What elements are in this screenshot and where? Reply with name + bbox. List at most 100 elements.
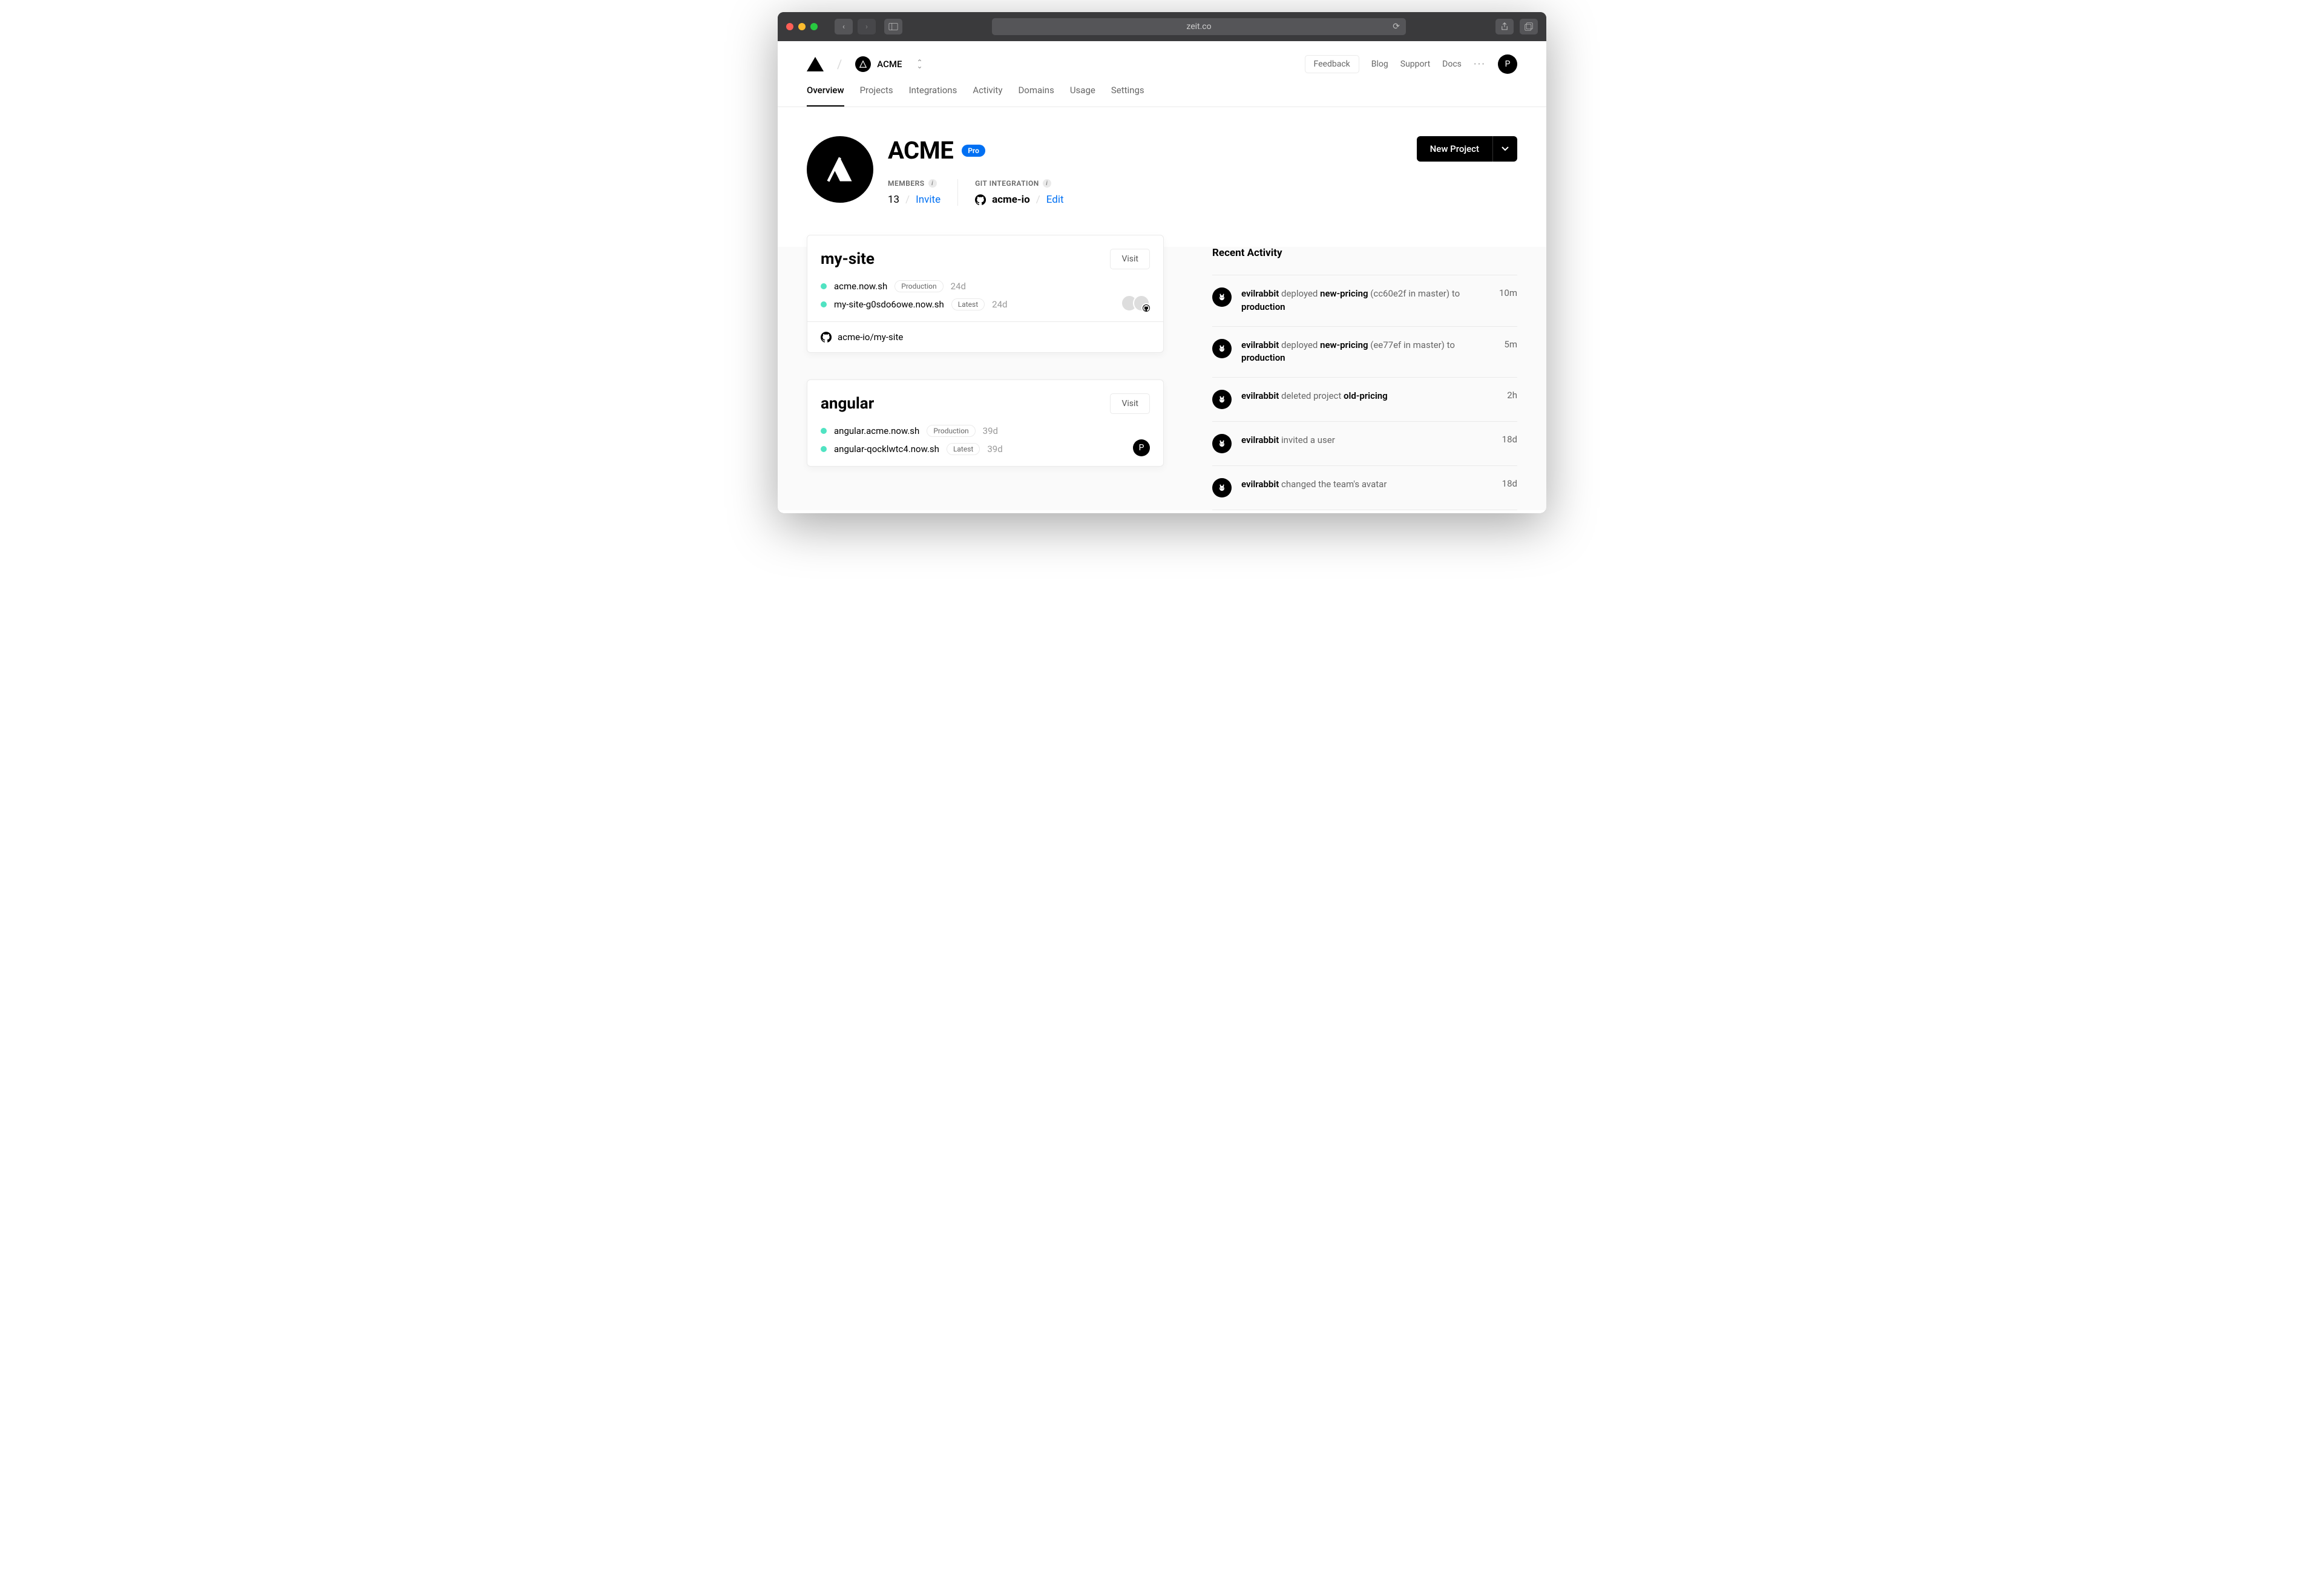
invite-link[interactable]: Invite: [916, 194, 940, 206]
back-button[interactable]: ‹: [835, 19, 853, 34]
github-icon: [975, 194, 986, 205]
status-dot-ready-icon: [821, 301, 827, 307]
activity-avatar-icon: [1212, 390, 1232, 409]
deployment-age: 39d: [987, 444, 1002, 454]
github-badge-icon: [1141, 303, 1151, 313]
recent-activity-panel: Recent Activity evilrabbit deployed new-…: [1212, 235, 1517, 510]
browser-window: ‹ › zeit.co ⟳ / ACME: [778, 12, 1546, 513]
tab-overview[interactable]: Overview: [807, 85, 844, 107]
tab-usage[interactable]: Usage: [1070, 85, 1095, 107]
team-name: ACME: [877, 59, 902, 70]
activity-time: 18d: [1502, 434, 1517, 445]
deployment-row: angular.acme.now.sh Production 39d: [821, 425, 1150, 437]
activity-text: evilrabbit invited a user: [1241, 434, 1488, 447]
new-project-dropdown[interactable]: [1492, 136, 1517, 162]
tab-integrations[interactable]: Integrations: [909, 85, 957, 107]
nav-link-support[interactable]: Support: [1400, 59, 1430, 69]
switcher-chevrons-icon: ⌃⌄: [917, 61, 923, 68]
deployment-url[interactable]: my-site-g0sdo6owe.now.sh: [834, 299, 944, 310]
info-icon[interactable]: i: [928, 179, 937, 188]
activity-time: 5m: [1504, 339, 1517, 350]
project-repo-footer: acme-io/my-site: [807, 321, 1163, 352]
deployment-url[interactable]: angular.acme.now.sh: [834, 425, 919, 436]
activity-time: 18d: [1502, 478, 1517, 489]
reload-icon[interactable]: ⟳: [1393, 22, 1400, 31]
address-bar[interactable]: zeit.co ⟳: [992, 18, 1406, 35]
members-block: MEMBERS i 13 / Invite: [888, 179, 957, 206]
status-dot-ready-icon: [821, 428, 827, 434]
activity-text: evilrabbit deployed new-pricing (ee77ef …: [1241, 339, 1489, 366]
activity-text: evilrabbit deleted project old-pricing: [1241, 390, 1492, 403]
sidebar-toggle-icon[interactable]: [884, 19, 902, 34]
deployment-row: acme.now.sh Production 24d: [821, 280, 1150, 292]
user-avatar[interactable]: P: [1498, 54, 1517, 74]
address-bar-url: zeit.co: [1186, 22, 1211, 31]
contributor-avatar: P: [1133, 439, 1150, 456]
activity-time: 10m: [1499, 287, 1517, 298]
project-name[interactable]: angular: [821, 395, 874, 413]
git-org: acme-io: [992, 194, 1030, 206]
activity-time: 2h: [1507, 390, 1517, 401]
nav-link-blog[interactable]: Blog: [1371, 59, 1388, 69]
tab-domains[interactable]: Domains: [1018, 85, 1054, 107]
window-controls: [786, 23, 818, 30]
project-name[interactable]: my-site: [821, 250, 875, 268]
deployment-url[interactable]: angular-qocklwtc4.now.sh: [834, 444, 939, 454]
status-dot-ready-icon: [821, 283, 827, 289]
activity-text: evilrabbit deployed new-pricing (cc60e2f…: [1241, 287, 1485, 314]
page-content: / ACME ⌃⌄ Feedback Blog Support Docs ···…: [778, 41, 1546, 513]
activity-row[interactable]: evilrabbit deployed new-pricing (cc60e2f…: [1212, 275, 1517, 327]
more-menu-icon[interactable]: ···: [1474, 58, 1486, 71]
env-badge: Latest: [951, 298, 985, 310]
visit-button[interactable]: Visit: [1110, 249, 1150, 269]
browser-chrome: ‹ › zeit.co ⟳: [778, 12, 1546, 41]
git-label: GIT INTEGRATION: [975, 179, 1039, 188]
git-edit-link[interactable]: Edit: [1046, 194, 1064, 206]
tab-activity[interactable]: Activity: [973, 85, 1002, 107]
info-icon[interactable]: i: [1043, 179, 1051, 188]
activity-row[interactable]: evilrabbit invited a user 18d: [1212, 422, 1517, 466]
fullscreen-window-icon[interactable]: [810, 23, 818, 30]
activity-list: evilrabbit deployed new-pricing (cc60e2f…: [1212, 275, 1517, 510]
visit-button[interactable]: Visit: [1110, 393, 1150, 414]
activity-row[interactable]: evilrabbit deployed new-pricing (ee77ef …: [1212, 327, 1517, 378]
status-dot-ready-icon: [821, 446, 827, 452]
breadcrumb-separator: /: [837, 57, 842, 71]
nav-tabs: Overview Projects Integrations Activity …: [778, 74, 1546, 107]
team-switcher[interactable]: ACME ⌃⌄: [855, 56, 922, 72]
contributor-avatars: [1126, 295, 1150, 312]
nav-link-docs[interactable]: Docs: [1442, 59, 1462, 69]
env-badge: Production: [894, 280, 943, 292]
share-icon[interactable]: [1495, 19, 1514, 34]
project-cards: my-site Visit acme.now.sh Production 24d…: [807, 235, 1164, 510]
deployment-row: my-site-g0sdo6owe.now.sh Latest 24d: [821, 298, 1150, 310]
deployment-url[interactable]: acme.now.sh: [834, 281, 887, 292]
activity-avatar-icon: [1212, 287, 1232, 307]
avatar: [1133, 295, 1150, 312]
new-project-button[interactable]: New Project: [1417, 136, 1492, 162]
project-card: my-site Visit acme.now.sh Production 24d…: [807, 235, 1164, 353]
activity-row[interactable]: evilrabbit changed the team's avatar18d: [1212, 466, 1517, 510]
deployment-age: 24d: [992, 299, 1007, 310]
team-title: ACME: [888, 136, 953, 165]
deployment-age: 24d: [951, 281, 966, 292]
project-repo[interactable]: acme-io/my-site: [838, 332, 903, 343]
zeit-logo-icon[interactable]: [807, 57, 824, 71]
recent-activity-title: Recent Activity: [1212, 241, 1517, 275]
activity-row[interactable]: evilrabbit deleted project old-pricing 2h: [1212, 378, 1517, 422]
env-badge: Latest: [947, 443, 980, 455]
forward-button[interactable]: ›: [858, 19, 876, 34]
activity-avatar-icon: [1212, 478, 1232, 497]
github-icon: [821, 332, 832, 343]
top-bar: / ACME ⌃⌄ Feedback Blog Support Docs ···…: [778, 41, 1546, 74]
env-badge: Production: [927, 425, 975, 437]
close-window-icon[interactable]: [786, 23, 793, 30]
minimize-window-icon[interactable]: [798, 23, 806, 30]
tab-settings[interactable]: Settings: [1111, 85, 1144, 107]
team-avatar-large: [807, 136, 873, 203]
project-card: angular Visit angular.acme.now.sh Produc…: [807, 379, 1164, 467]
feedback-button[interactable]: Feedback: [1305, 55, 1359, 73]
tabs-icon[interactable]: [1520, 19, 1538, 34]
tab-projects[interactable]: Projects: [860, 85, 893, 107]
team-hero: ACME Pro MEMBERS i 13 / Invi: [778, 107, 1546, 235]
